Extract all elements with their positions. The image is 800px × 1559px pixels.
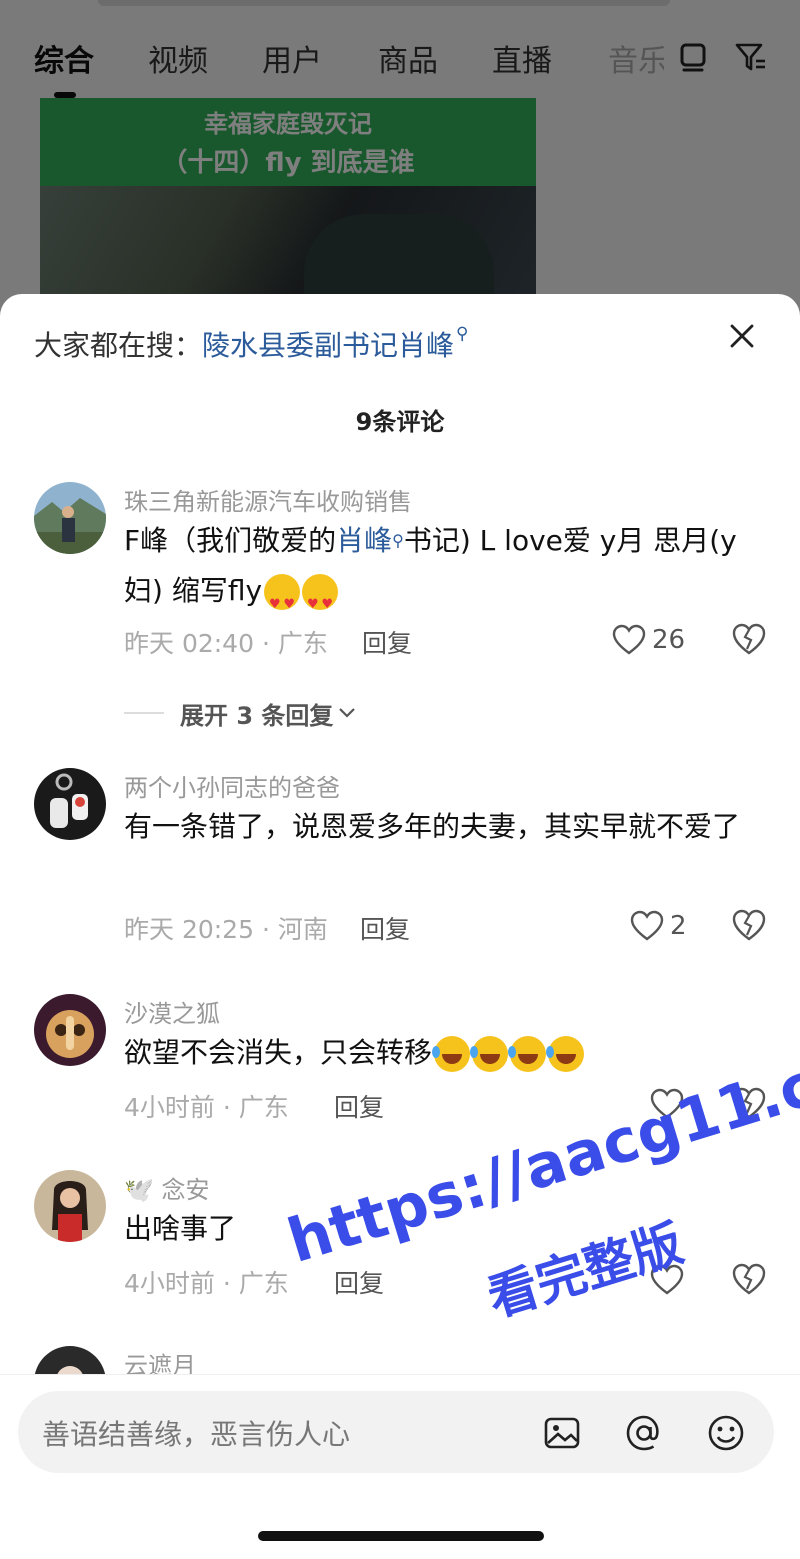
like-button[interactable]: 2 xyxy=(630,908,687,944)
comment-text: 出啥事了 xyxy=(124,1212,237,1245)
expand-replies-label: 展开 3 条回复 xyxy=(180,701,334,730)
heart-icon xyxy=(650,1264,684,1295)
mention-icon[interactable] xyxy=(624,1413,664,1453)
reply-button[interactable]: 回复 xyxy=(362,624,412,660)
keyword-link[interactable]: 肖峰 xyxy=(336,524,392,557)
like-count: 26 xyxy=(652,625,686,655)
heart-icon xyxy=(630,910,664,941)
hot-search-bar[interactable]: 大家都在搜：陵水县委副书记肖峰 ⚲ xyxy=(34,324,468,364)
comment-meta: 昨天 20:25 · 河南 xyxy=(124,915,328,944)
like-button[interactable] xyxy=(650,1262,690,1298)
divider xyxy=(124,712,164,714)
expand-replies-button[interactable]: 展开 3 条回复 xyxy=(124,698,357,730)
comment-input-placeholder: 善语结善缘，恶言伤人心 xyxy=(42,1418,351,1451)
close-icon[interactable] xyxy=(724,318,760,354)
app-root: 综合 视频 用户 商品 直播 音乐 幸福家庭毁灭记 （十四）fly 到底是谁 xyxy=(0,0,800,1559)
reply-button[interactable]: 回复 xyxy=(360,910,410,946)
comment-text: F峰（我们敬爱的肖峰⚲书记) L love爱 y月 思月(y妇) 缩写fly xyxy=(124,516,774,630)
laughing-emoji-icon xyxy=(546,1036,585,1072)
dislike-icon[interactable] xyxy=(732,1262,766,1296)
avatar[interactable] xyxy=(34,1170,106,1242)
avatar-image xyxy=(34,768,106,840)
emoji-icon[interactable] xyxy=(706,1413,746,1453)
comment-text-part: F峰（我们敬爱的 xyxy=(124,524,337,557)
dislike-icon[interactable] xyxy=(732,622,766,656)
comment-text-part: 欲望不会消失，只会转移 xyxy=(124,1036,433,1069)
heart-eyes-emoji-icon xyxy=(264,574,301,630)
comment-text: 有一条错了，说恩爱多年的夫妻，其实早就不爱了 xyxy=(124,810,741,843)
reply-button[interactable]: 回复 xyxy=(334,1088,384,1124)
hot-search-term[interactable]: 陵水县委副书记肖峰 xyxy=(202,329,454,362)
laughing-emoji-icon xyxy=(470,1036,509,1072)
comment-meta: 4小时前 · 广东 xyxy=(124,1269,289,1298)
avatar[interactable] xyxy=(34,994,106,1066)
comment-username[interactable]: 沙漠之狐 xyxy=(124,994,220,1029)
comment-meta: 昨天 02:40 · 广东 xyxy=(124,629,328,658)
heart-eyes-emoji-icon xyxy=(302,574,339,630)
chevron-down-icon xyxy=(339,708,356,718)
laughing-emoji-icon xyxy=(432,1036,471,1072)
avatar-image xyxy=(34,994,106,1066)
like-count: 2 xyxy=(670,911,687,941)
like-button[interactable] xyxy=(650,1086,690,1122)
avatar[interactable] xyxy=(34,482,106,554)
reply-button[interactable]: 回复 xyxy=(334,1264,384,1300)
hot-search-prefix: 大家都在搜： xyxy=(34,329,203,362)
search-icon: ⚲ xyxy=(456,324,469,344)
avatar[interactable] xyxy=(34,768,106,840)
comment-username[interactable]: 珠三角新能源汽车收购销售 xyxy=(124,482,412,517)
modal-dim-overlay[interactable] xyxy=(0,0,800,330)
comment-sheet: 大家都在搜：陵水县委副书记肖峰 ⚲ 9条评论 珠三角新能源汽车收购销售 F峰（我们… xyxy=(0,294,800,1559)
home-indicator[interactable] xyxy=(258,1531,544,1541)
like-button[interactable]: 26 xyxy=(612,622,685,658)
heart-icon xyxy=(612,624,646,655)
comment-meta: 4小时前 · 广东 xyxy=(124,1093,289,1122)
laughing-emoji-icon xyxy=(508,1036,547,1072)
avatar-image xyxy=(34,482,106,554)
heart-icon xyxy=(650,1088,684,1119)
comment-username[interactable]: 两个小孙同志的爸爸 xyxy=(124,768,340,803)
image-icon[interactable] xyxy=(542,1413,582,1453)
comment-count: 9条评论 xyxy=(355,408,445,436)
comment-input-area: 善语结善缘，恶言伤人心 xyxy=(0,1374,800,1559)
comment-username[interactable]: 🕊️ 念安 xyxy=(124,1170,210,1205)
comment-text: 欲望不会消失，只会转移 xyxy=(124,1028,774,1078)
comment-input[interactable]: 善语结善缘，恶言伤人心 xyxy=(18,1391,774,1473)
search-icon: ⚲ xyxy=(392,531,404,550)
avatar-image xyxy=(34,1170,106,1242)
search-results-page: 综合 视频 用户 商品 直播 音乐 幸福家庭毁灭记 （十四）fly 到底是谁 xyxy=(0,0,800,330)
dislike-icon[interactable] xyxy=(732,1086,766,1120)
dislike-icon[interactable] xyxy=(732,908,766,942)
